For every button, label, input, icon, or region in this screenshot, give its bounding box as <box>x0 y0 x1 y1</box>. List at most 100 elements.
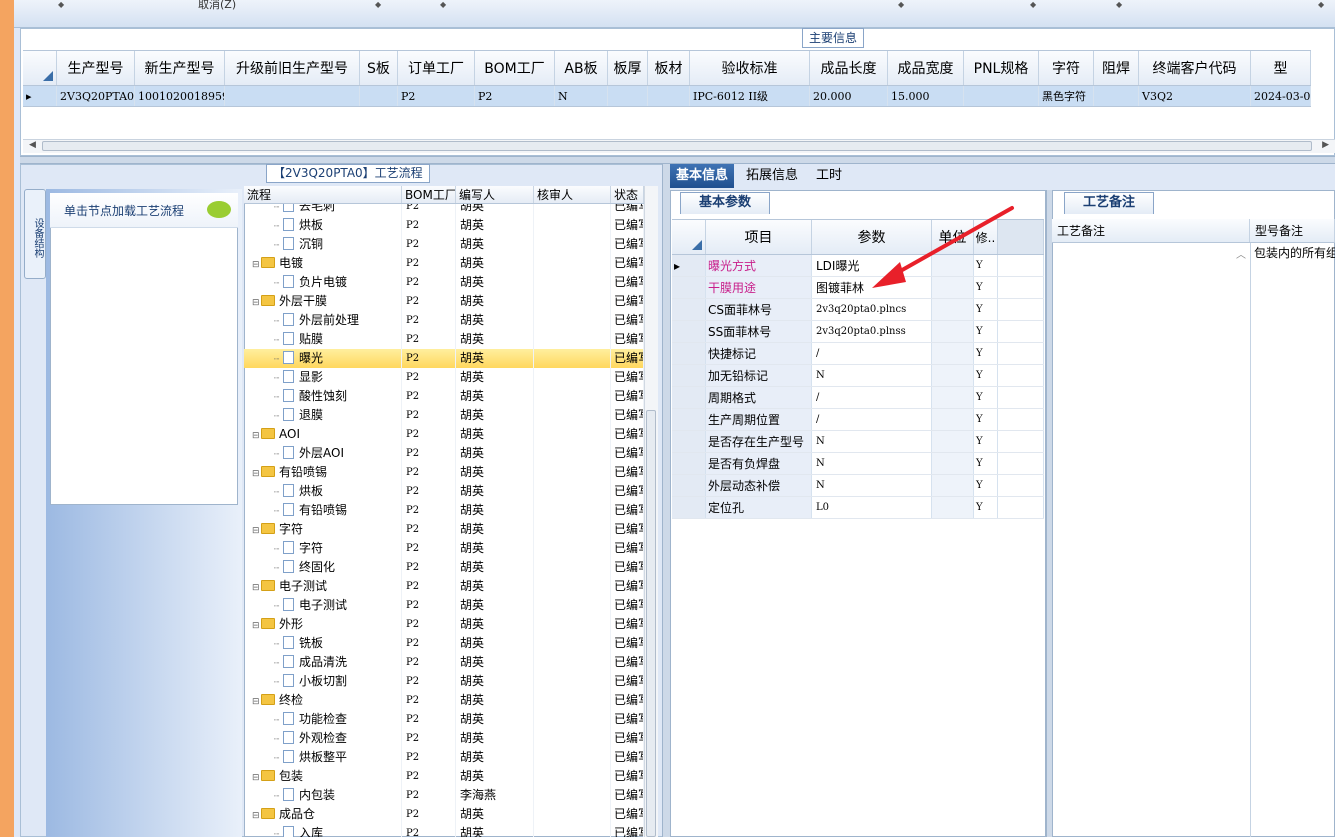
tree-row[interactable]: ┈ 烘板整平 P2胡英 已编写 <box>244 748 644 767</box>
collapse-icon[interactable]: ⊟ <box>252 465 261 482</box>
tree-row[interactable]: ┈ 沉铜 P2胡英 已编写 <box>244 235 644 254</box>
tree-node[interactable]: ⊟ AOI <box>244 425 402 444</box>
tree-row[interactable]: ┈ 字符 P2胡英 已编写 <box>244 539 644 558</box>
tree-row[interactable]: ┈ 烘板 P2胡英 已编写 <box>244 482 644 501</box>
grid-col-header[interactable]: 生产型号 <box>57 51 135 85</box>
params-row[interactable]: 周期格式 / Y <box>672 387 1044 409</box>
tree-node[interactable]: ┈ 贴膜 <box>244 330 402 349</box>
grid-col-header[interactable]: 阻焊 <box>1094 51 1139 85</box>
params-row[interactable]: 快捷标记 / Y <box>672 343 1044 365</box>
dropdown-arrow-icon[interactable]: ◆ <box>1116 0 1122 9</box>
tree-row[interactable]: ⊟ 电子测试 P2胡英 已编写 <box>244 577 644 596</box>
tree-node[interactable]: ┈ 电子测试 <box>244 596 402 615</box>
param-value[interactable]: / <box>812 409 932 430</box>
tree-node[interactable]: ┈ 小板切割 <box>244 672 402 691</box>
dropdown-arrow-icon[interactable]: ◆ <box>1318 0 1324 9</box>
tree-node[interactable]: ┈ 字符 <box>244 539 402 558</box>
grid-cell[interactable] <box>608 86 648 106</box>
tree-node[interactable]: ┈ 去毛刺 <box>244 204 402 216</box>
tree-row[interactable]: ┈ 入库 P2胡英 已编写 <box>244 824 644 837</box>
grid-cell[interactable]: 20.000 <box>810 86 888 106</box>
param-value[interactable]: L0 <box>812 497 932 518</box>
grid-cell[interactable]: 黑色字符 <box>1039 86 1094 106</box>
tree-node[interactable]: ┈ 内包装 <box>244 786 402 805</box>
tree-row[interactable]: ┈ 有铅喷锡 P2胡英 已编写 <box>244 501 644 520</box>
scroll-right-icon[interactable]: ▶ <box>1322 140 1329 150</box>
param-value[interactable]: / <box>812 343 932 364</box>
collapse-icon[interactable]: ⊟ <box>252 617 261 634</box>
tree-row[interactable]: ┈ 小板切割 P2胡英 已编写 <box>244 672 644 691</box>
tree-node[interactable]: ⊟ 电子测试 <box>244 577 402 596</box>
side-tab[interactable]: 设备结构 <box>24 189 46 279</box>
tree-node[interactable]: ┈ 烘板整平 <box>244 748 402 767</box>
tree-col-header[interactable]: 核审人 <box>534 186 611 203</box>
tree-row[interactable]: ┈ 内包装 P2李海燕 已编写 <box>244 786 644 805</box>
grid-col-header[interactable]: S板 <box>360 51 398 85</box>
tree-node[interactable]: ┈ 酸性蚀刻 <box>244 387 402 406</box>
tree-row[interactable]: ⊟ 包装 P2胡英 已编写 <box>244 767 644 786</box>
tree-node[interactable]: ┈ 铣板 <box>244 634 402 653</box>
tree-scroll-thumb[interactable] <box>646 410 656 837</box>
grid-cell[interactable]: P2 <box>398 86 475 106</box>
tree-col-header[interactable]: BOM工厂 <box>402 186 456 203</box>
tree-node[interactable]: ┈ 烘板 <box>244 216 402 235</box>
grid-cell[interactable]: P2 <box>475 86 555 106</box>
tree-node[interactable]: ┈ 外层AOI <box>244 444 402 463</box>
tree-node[interactable]: ┈ 烘板 <box>244 482 402 501</box>
tree-node[interactable]: ⊟ 有铅喷锡 <box>244 463 402 482</box>
grid-col-header[interactable]: AB板 <box>555 51 608 85</box>
grid-cell[interactable] <box>360 86 398 106</box>
grid-col-header[interactable]: PNL规格 <box>964 51 1039 85</box>
tree-col-header[interactable]: 状态 <box>611 186 644 203</box>
grid-cell[interactable]: N <box>555 86 608 106</box>
params-row[interactable]: 生产周期位置 / Y <box>672 409 1044 431</box>
tree-node[interactable]: ┈ 曝光 <box>244 349 402 368</box>
grid-cell[interactable] <box>648 86 690 106</box>
tree-row[interactable]: ⊟ 外层干膜 P2胡英 已编写 <box>244 292 644 311</box>
horizontal-scroll-thumb[interactable] <box>42 141 1312 151</box>
dropdown-arrow-icon[interactable]: ◆ <box>1030 0 1036 9</box>
tree-row[interactable]: ⊟ 字符 P2胡英 已编写 <box>244 520 644 539</box>
tree-row[interactable]: ┈ 曝光 P2胡英 已编写 <box>244 349 644 368</box>
collapse-icon[interactable]: ⊟ <box>252 294 261 311</box>
param-value[interactable]: / <box>812 387 932 408</box>
grid-cell[interactable]: V3Q2 <box>1139 86 1251 106</box>
main-grid-row[interactable]: ▸2V3Q20PTA010010200189595P2P2NIPC-6012 I… <box>23 86 1311 107</box>
tree-row[interactable]: ┈ 终固化 P2胡英 已编写 <box>244 558 644 577</box>
params-row[interactable]: 定位孔 L0 Y <box>672 497 1044 519</box>
tree-node[interactable]: ⊟ 包装 <box>244 767 402 786</box>
grid-cell[interactable]: 10010200189595 <box>135 86 225 106</box>
params-row[interactable]: 外层动态补偿 N Y <box>672 475 1044 497</box>
tree-node[interactable]: ⊟ 字符 <box>244 520 402 539</box>
grid-col-header[interactable]: 成品宽度 <box>888 51 964 85</box>
params-row[interactable]: 是否存在生产型号 N Y <box>672 431 1044 453</box>
tree-node[interactable]: ⊟ 外层干膜 <box>244 292 402 311</box>
tree-node[interactable]: ┈ 外层前处理 <box>244 311 402 330</box>
grid-cell[interactable]: 2024-03-05 <box>1251 86 1311 106</box>
tree-col-header[interactable]: 编写人 <box>456 186 534 203</box>
grid-col-header[interactable]: 板材 <box>648 51 690 85</box>
tree-node[interactable]: ┈ 负片电镀 <box>244 273 402 292</box>
grid-col-header[interactable]: 验收标准 <box>690 51 810 85</box>
scroll-left-icon[interactable]: ◀ <box>29 140 36 150</box>
collapse-icon[interactable]: ⊟ <box>252 769 261 786</box>
collapse-icon[interactable]: ⊟ <box>252 579 261 596</box>
grid-cell[interactable]: IPC-6012 II级 <box>690 86 810 106</box>
tab-work-hours[interactable]: 工时 <box>810 164 848 188</box>
dropdown-arrow-icon[interactable]: ◆ <box>375 0 381 9</box>
collapse-icon[interactable]: ⊟ <box>252 256 261 273</box>
tree-node[interactable]: ⊟ 外形 <box>244 615 402 634</box>
tree-row[interactable]: ⊟ 有铅喷锡 P2胡英 已编写 <box>244 463 644 482</box>
tree-node[interactable]: ⊟ 成品仓 <box>244 805 402 824</box>
grid-col-header[interactable]: 成品长度 <box>810 51 888 85</box>
param-value[interactable]: 2v3q20pta0.plnss <box>812 321 932 342</box>
tree-node[interactable]: ⊟ 终检 <box>244 691 402 710</box>
tree-row[interactable]: ┈ 电子测试 P2胡英 已编写 <box>244 596 644 615</box>
tree-row[interactable]: ┈ 铣板 P2胡英 已编写 <box>244 634 644 653</box>
tab-basic-params[interactable]: 基本参数 <box>680 192 770 214</box>
collapse-icon[interactable]: ⊟ <box>252 693 261 710</box>
tree-node[interactable]: ┈ 功能检查 <box>244 710 402 729</box>
cancel-button[interactable]: 取消(Z) <box>198 0 236 12</box>
vertical-splitter[interactable] <box>662 164 670 837</box>
tree-node[interactable]: ┈ 退膜 <box>244 406 402 425</box>
